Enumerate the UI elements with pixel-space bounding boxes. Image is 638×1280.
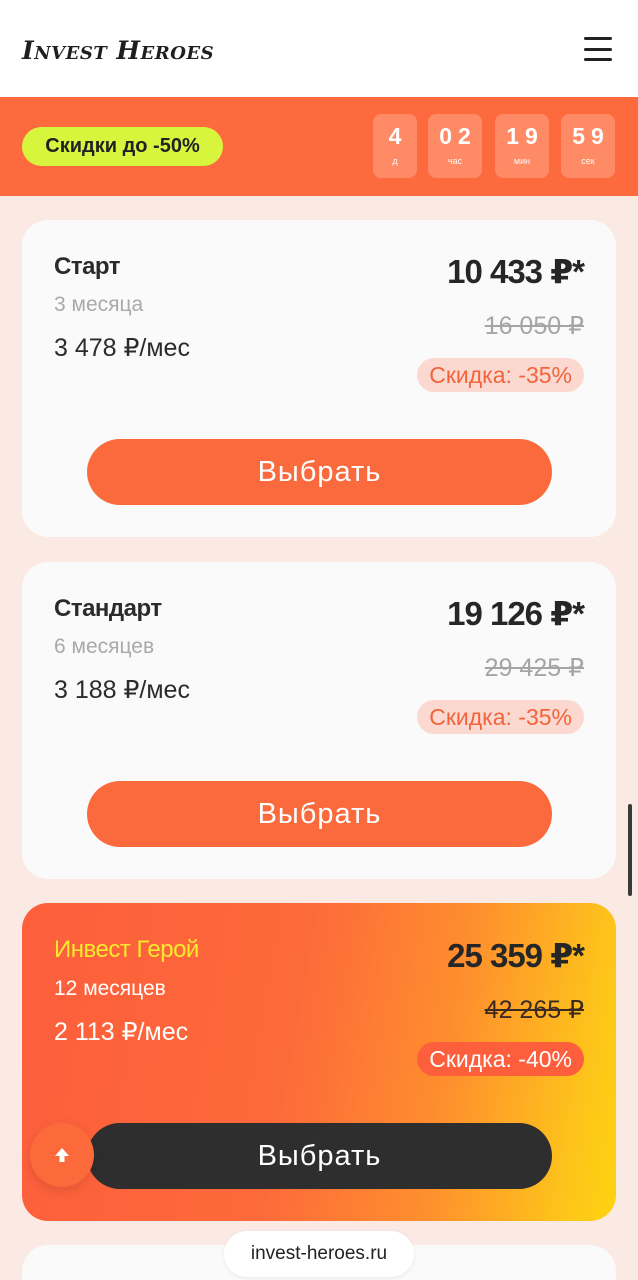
timer-days-unit: д — [392, 156, 398, 166]
plan-period: 3 месяца — [54, 293, 144, 316]
plan-card-invest-hero: Инвест Герой 12 месяцев 2 113 ₽/мес 25 3… — [22, 903, 616, 1221]
plan-old-price: 29 425 ₽ — [484, 654, 584, 682]
plan-monthly-price: 2 113 ₽/мес — [54, 1018, 189, 1046]
timer-hours-value: 02 — [439, 123, 477, 149]
timer-minutes-unit: мин — [513, 156, 531, 166]
plan-discount-badge: Скидка: -35% — [417, 358, 584, 392]
scrollbar-thumb[interactable] — [628, 804, 632, 896]
site-header: Invest Heroes — [0, 0, 638, 97]
logo[interactable]: Invest Heroes — [22, 36, 214, 65]
choose-plan-button[interactable]: Выбрать — [87, 781, 552, 847]
plan-card-start: Старт 3 месяца 3 478 ₽/мес 10 433 ₽* 16 … — [22, 220, 616, 537]
plan-old-price: 16 050 ₽ — [484, 312, 584, 340]
url-bar[interactable]: invest-heroes.ru — [224, 1231, 414, 1277]
plan-price: 10 433 ₽* — [447, 253, 585, 290]
arrow-up-icon[interactable] — [30, 1123, 94, 1187]
plan-card-standard: Стандарт 6 месяцев 3 188 ₽/мес 19 126 ₽*… — [22, 562, 616, 879]
plan-price: 19 126 ₽* — [447, 595, 585, 632]
plan-name: Стандарт — [54, 595, 162, 622]
plan-discount-badge: Скидка: -35% — [417, 700, 584, 734]
choose-plan-button[interactable]: Выбрать — [87, 439, 552, 505]
plan-name: Инвест Герой — [54, 936, 199, 963]
plan-monthly-price: 3 478 ₽/мес — [54, 334, 190, 362]
hamburger-menu-icon[interactable] — [584, 37, 612, 61]
plan-discount-badge: Скидка: -40% — [417, 1042, 584, 1076]
timer-seconds-unit: сек — [581, 156, 595, 166]
timer-minutes-value: 19 — [506, 123, 544, 149]
timer-hours: 02 час — [428, 114, 482, 178]
timer-days-value: 4 — [388, 123, 408, 149]
plan-period: 6 месяцев — [54, 635, 155, 658]
choose-plan-button[interactable]: Выбрать — [87, 1123, 552, 1189]
discount-badge: Скидки до -50% — [22, 127, 223, 166]
plan-old-price: 42 265 ₽ — [484, 996, 584, 1024]
timer-seconds-value: 59 — [572, 123, 610, 149]
timer-days: 4 д — [373, 114, 417, 178]
plan-price: 25 359 ₽* — [447, 937, 585, 974]
timer-minutes: 19 мин — [495, 114, 549, 178]
plan-monthly-price: 3 188 ₽/мес — [54, 676, 190, 704]
plan-period: 12 месяцев — [54, 977, 166, 1000]
timer-seconds: 59 сек — [561, 114, 615, 178]
plan-name: Старт — [54, 253, 121, 280]
timer-hours-unit: час — [447, 156, 463, 166]
